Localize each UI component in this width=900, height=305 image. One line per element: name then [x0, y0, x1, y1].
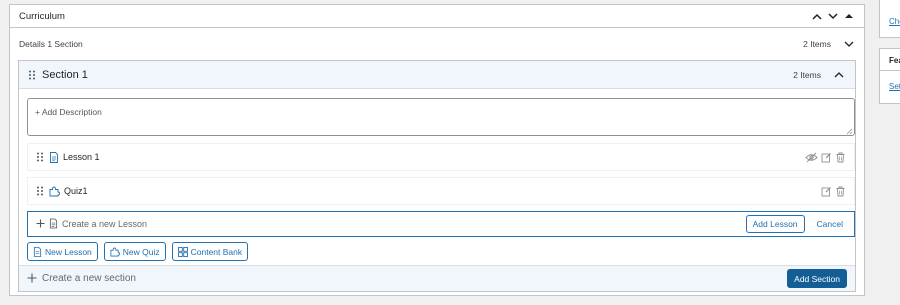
curriculum-details-row: Details 1 Section 2 Items [10, 29, 864, 59]
details-label: Details 1 Section [19, 39, 83, 49]
grid-icon [177, 246, 188, 257]
section-item-count: 2 Items [793, 69, 821, 80]
curriculum-header: Curriculum [10, 5, 864, 28]
new-lesson-button[interactable]: New Lesson [27, 242, 98, 261]
document-icon [49, 151, 59, 163]
content-bank-label: Content Bank [190, 246, 243, 257]
description-placeholder: + Add Description [35, 107, 102, 117]
chevron-up-icon[interactable] [833, 69, 845, 81]
new-quiz-button[interactable]: New Quiz [103, 242, 166, 261]
plus-icon [27, 273, 37, 285]
move-up-icon[interactable] [811, 10, 823, 22]
new-section-input[interactable] [42, 273, 788, 284]
document-icon [49, 218, 58, 231]
sidebar-link-2[interactable]: Set [889, 82, 900, 91]
create-section-row: Add Section [19, 265, 855, 291]
resize-grip-icon[interactable] [846, 127, 853, 135]
collapse-panel-icon[interactable] [843, 10, 855, 22]
trash-icon[interactable] [835, 152, 846, 163]
lesson-title[interactable]: Lesson 1 [63, 152, 802, 162]
section-card: Section 1 2 Items + Add Description Less… [18, 60, 856, 292]
sidebar-box-title: Fea [880, 49, 900, 71]
drag-handle-icon[interactable] [36, 186, 44, 196]
section-title[interactable]: Section 1 [42, 69, 793, 81]
create-lesson-row: Add Lesson Cancel [27, 211, 855, 237]
panel-controls [811, 10, 855, 22]
curriculum-panel: Curriculum Details 1 Section 2 Items Sec… [9, 4, 865, 296]
sidebar-link-1[interactable]: Cho [889, 17, 900, 26]
sidebar-box-top: Cho [879, 0, 900, 38]
new-quiz-label: New Quiz [122, 246, 160, 257]
new-lesson-label: New Lesson [45, 246, 92, 257]
edit-icon[interactable] [821, 152, 832, 163]
sidebar-box-featured: Fea Set [879, 48, 900, 104]
content-bank-button[interactable]: Content Bank [171, 242, 249, 261]
details-item-count: 2 Items [803, 39, 831, 49]
quiz-item[interactable]: Quiz1 [27, 177, 855, 205]
document-icon [33, 246, 42, 257]
chevron-down-icon[interactable] [843, 38, 855, 50]
add-lesson-button[interactable]: Add Lesson [745, 215, 805, 233]
move-down-icon[interactable] [827, 10, 839, 22]
quiz-title[interactable]: Quiz1 [64, 186, 818, 196]
cancel-button[interactable]: Cancel [817, 219, 843, 229]
lesson-item[interactable]: Lesson 1 [27, 143, 855, 171]
trash-icon[interactable] [835, 186, 846, 197]
drag-handle-icon[interactable] [28, 70, 36, 80]
eye-slash-icon[interactable] [805, 152, 818, 163]
section-header[interactable]: Section 1 2 Items [19, 61, 855, 89]
section-description-field[interactable]: + Add Description [27, 98, 855, 136]
plus-icon [36, 219, 45, 230]
curriculum-title: Curriculum [19, 10, 65, 22]
item-type-buttons: New Lesson New Quiz Content Bank [27, 242, 249, 261]
puzzle-icon [49, 186, 60, 197]
new-lesson-input[interactable] [62, 219, 746, 229]
add-section-button[interactable]: Add Section [787, 269, 847, 288]
drag-handle-icon[interactable] [36, 152, 44, 162]
puzzle-icon [110, 246, 120, 256]
edit-icon[interactable] [821, 186, 832, 197]
